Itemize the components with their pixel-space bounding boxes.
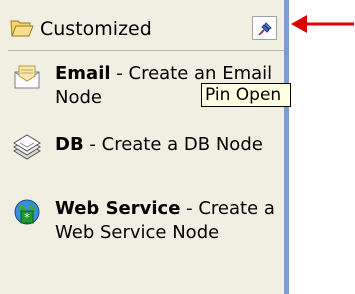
pin-button[interactable] (252, 16, 277, 40)
item-separator: - (110, 63, 129, 84)
pushpin-icon (258, 22, 272, 36)
palette-item-text: DB - Create a DB Node (55, 133, 275, 157)
item-separator: - (83, 134, 102, 155)
item-description: Create a DB Node (101, 134, 263, 155)
red-arrow-icon (291, 15, 354, 33)
item-name: Email (55, 63, 111, 84)
tooltip-text: Pin Open (205, 85, 282, 105)
palette-item-text: Web Service - Create a Web Service Node (55, 197, 275, 245)
item-name: Web Service (55, 198, 181, 219)
pin-tooltip: Pin Open (201, 83, 291, 107)
header-divider (8, 50, 284, 51)
item-separator: - (180, 198, 193, 219)
screenshot-stage: Customized Email - Create an Email Node … (0, 0, 355, 294)
globe-icon: * (14, 199, 40, 225)
svg-text:*: * (24, 211, 30, 224)
panel-header[interactable]: Customized (8, 10, 284, 48)
email-envelope-icon (14, 65, 40, 89)
palette-item-web-service[interactable]: * Web Service - Create a Web Service Nod… (12, 197, 275, 277)
panel-title: Customized (40, 18, 152, 40)
item-name: DB (55, 134, 84, 155)
palette-item-db[interactable]: DB - Create a DB Node (12, 133, 272, 185)
folder-open-icon (10, 20, 34, 37)
palette-panel: Customized Email - Create an Email Node … (0, 0, 289, 294)
database-icon (13, 134, 41, 160)
